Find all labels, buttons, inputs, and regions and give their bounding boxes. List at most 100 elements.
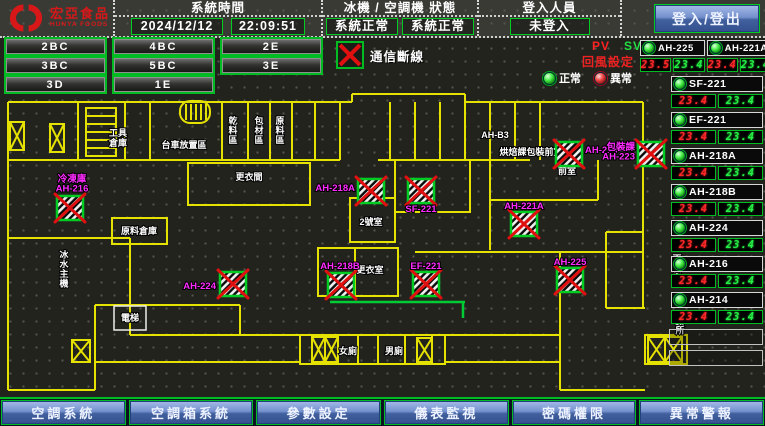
pv-value: 23.5 xyxy=(640,58,671,72)
stairs-icon xyxy=(50,124,64,152)
unit-AH-224[interactable]: AH-22423.423.4 xyxy=(671,220,763,252)
ahu-label: AH-218B xyxy=(320,261,360,272)
logo-icon xyxy=(6,2,46,34)
floor-button-1e[interactable]: 1E xyxy=(114,77,213,92)
login-user-value: 未登入 xyxy=(510,18,590,35)
stairs-icon xyxy=(72,340,90,362)
floor-button-3d[interactable]: 3D xyxy=(6,77,105,92)
map-area: 工具倉庫台車放置區乾料區包材區原料區更衣間2號室更衣室AH-B3烘焙課包裝前室前… xyxy=(0,38,765,397)
unit-AH-225[interactable]: AH-225 23.523.4 xyxy=(640,40,705,72)
room-label: 原料倉庫 xyxy=(121,225,157,236)
status-led xyxy=(674,222,686,234)
abnormal-legend: 異常 xyxy=(594,70,632,86)
normal-label: 正常 xyxy=(559,70,581,86)
ahu-label: EF-221 xyxy=(410,261,442,272)
ahu-icon-AH-225[interactable]: AH-225 xyxy=(554,257,587,294)
status-led xyxy=(710,42,722,54)
sv-value: 23.4 xyxy=(718,166,763,180)
status-led xyxy=(674,78,686,90)
ahu-icon-AH-218B[interactable]: AH-218B xyxy=(320,261,360,299)
unit-AH-216[interactable]: AH-21623.423.4 xyxy=(671,256,763,288)
unit-AH-221A[interactable]: AH-221A23.423.4 xyxy=(707,40,765,72)
ahu-label: SF-221 xyxy=(405,204,437,215)
nav-button-5[interactable]: 異常警報 xyxy=(639,400,764,425)
nav-button-3[interactable]: 儀表監視 xyxy=(384,400,509,425)
floor-button-4bc[interactable]: 4BC xyxy=(114,39,213,54)
login-user-label: 登入人員 xyxy=(479,0,620,17)
normal-legend: 正常 xyxy=(543,70,581,86)
floor-button-2e[interactable]: 2E xyxy=(222,39,321,54)
unit-AH-218B[interactable]: AH-218B23.423.4 xyxy=(671,184,763,216)
pv-value: 23.4 xyxy=(671,274,716,288)
room-label: 2號室 xyxy=(359,216,382,227)
unit-label: AH-224 xyxy=(689,222,728,234)
comm-offline-legend: 通信斷線 xyxy=(336,41,424,69)
floor-button-2bc[interactable]: 2BC xyxy=(6,39,105,54)
room-label: 倉庫 xyxy=(108,137,127,148)
room-label: 女廁 xyxy=(339,345,357,356)
room-label: 烘焙課包裝前室 xyxy=(499,146,562,157)
brand-name: 宏亞食品 xyxy=(50,7,110,20)
stairs-icon xyxy=(10,122,24,150)
room-label: 冰水主機 xyxy=(59,249,69,289)
ahu-icon-EF-221[interactable]: EF-221 xyxy=(410,261,442,298)
empty-slot xyxy=(669,329,763,345)
ahu-icon-AH-216[interactable]: 冷凍庫AH-216 xyxy=(55,173,88,222)
ahu-label: AH-218A xyxy=(315,183,355,194)
unit-label: SF-221 xyxy=(689,78,726,90)
nav-button-0[interactable]: 空調系統 xyxy=(1,400,126,425)
ahu-label: AH-221A xyxy=(504,201,544,212)
pv-value: 23.4 xyxy=(671,166,716,180)
ahu-icon-SF-221[interactable]: SF-221 xyxy=(405,177,437,215)
sv-value: 23.4 xyxy=(718,94,763,108)
status-led xyxy=(643,42,655,54)
stairs-icon xyxy=(417,338,432,362)
ahu-label: AH-224 xyxy=(183,281,216,292)
room-label: 更衣間 xyxy=(235,171,262,182)
comm-offline-icon xyxy=(336,41,364,69)
machine-status-label: 冰機 / 空調機 狀態 xyxy=(323,0,477,17)
status-led xyxy=(674,186,686,198)
normal-led-icon xyxy=(543,72,556,85)
nav-button-4[interactable]: 密碼權限 xyxy=(512,400,637,425)
machine-status-section: 冰機 / 空調機 狀態 系統正常 系統正常 xyxy=(321,0,477,36)
unit-label: AH-225 xyxy=(658,43,694,54)
stairs-icon xyxy=(312,337,325,362)
nav-button-2[interactable]: 參數設定 xyxy=(256,400,381,425)
sv-value: 23.4 xyxy=(740,58,765,72)
empty-slot xyxy=(669,350,763,366)
status-led xyxy=(674,150,686,162)
bottom-bar: 空調系統空調箱系統參數設定儀表監視密碼權限異常警報 xyxy=(0,397,765,426)
brand-name-en: HUNYA FOODS xyxy=(50,22,110,29)
login-logout-button[interactable]: 登入/登出 xyxy=(654,4,760,33)
unit-label: AH-218B xyxy=(689,186,736,198)
floor-button-5bc[interactable]: 5BC xyxy=(114,58,213,73)
nav-button-1[interactable]: 空調箱系統 xyxy=(129,400,254,425)
login-user-section: 登入人員 未登入 xyxy=(477,0,620,36)
stairs-icon xyxy=(325,337,338,362)
unit-label: AH-214 xyxy=(689,294,728,306)
unit-label: AH-218A xyxy=(689,150,736,162)
pv-value: 23.4 xyxy=(671,310,716,324)
floor-button-3e[interactable]: 3E xyxy=(222,58,321,73)
room-label: 原料區 xyxy=(275,116,284,145)
sv-value: 23.4 xyxy=(673,58,704,72)
room-label: 台車放置區 xyxy=(161,139,206,150)
staircase-oval-icon xyxy=(180,101,210,123)
unit-SF-221[interactable]: SF-221 23.423.4 xyxy=(671,76,763,108)
ahu-icon-AH-224[interactable]: AH-224 xyxy=(183,270,248,298)
ahu-icon-AH-221A[interactable]: AH-221A xyxy=(504,201,544,238)
unit-AH-214[interactable]: AH-21423.423.4 xyxy=(671,292,763,324)
pv-value: 23.4 xyxy=(671,130,716,144)
pv-value: 23.4 xyxy=(707,58,738,72)
chiller-status-value: 系統正常 xyxy=(326,18,398,35)
return-air-setting-label: 回風設定 xyxy=(582,53,634,70)
pv-sv-legend: PVSV xyxy=(592,39,642,53)
sv-value: 23.4 xyxy=(718,130,763,144)
system-time-section: 系統時間 2024/12/12 22:09:51 xyxy=(113,0,321,36)
pv-value: 23.4 xyxy=(671,94,716,108)
floor-button-3bc[interactable]: 3BC xyxy=(6,58,105,73)
unit-EF-221[interactable]: EF-22123.423.4 xyxy=(671,112,763,144)
sv-value: 23.4 xyxy=(718,202,763,216)
unit-AH-218A[interactable]: AH-218A 23.423.4 xyxy=(671,148,763,180)
